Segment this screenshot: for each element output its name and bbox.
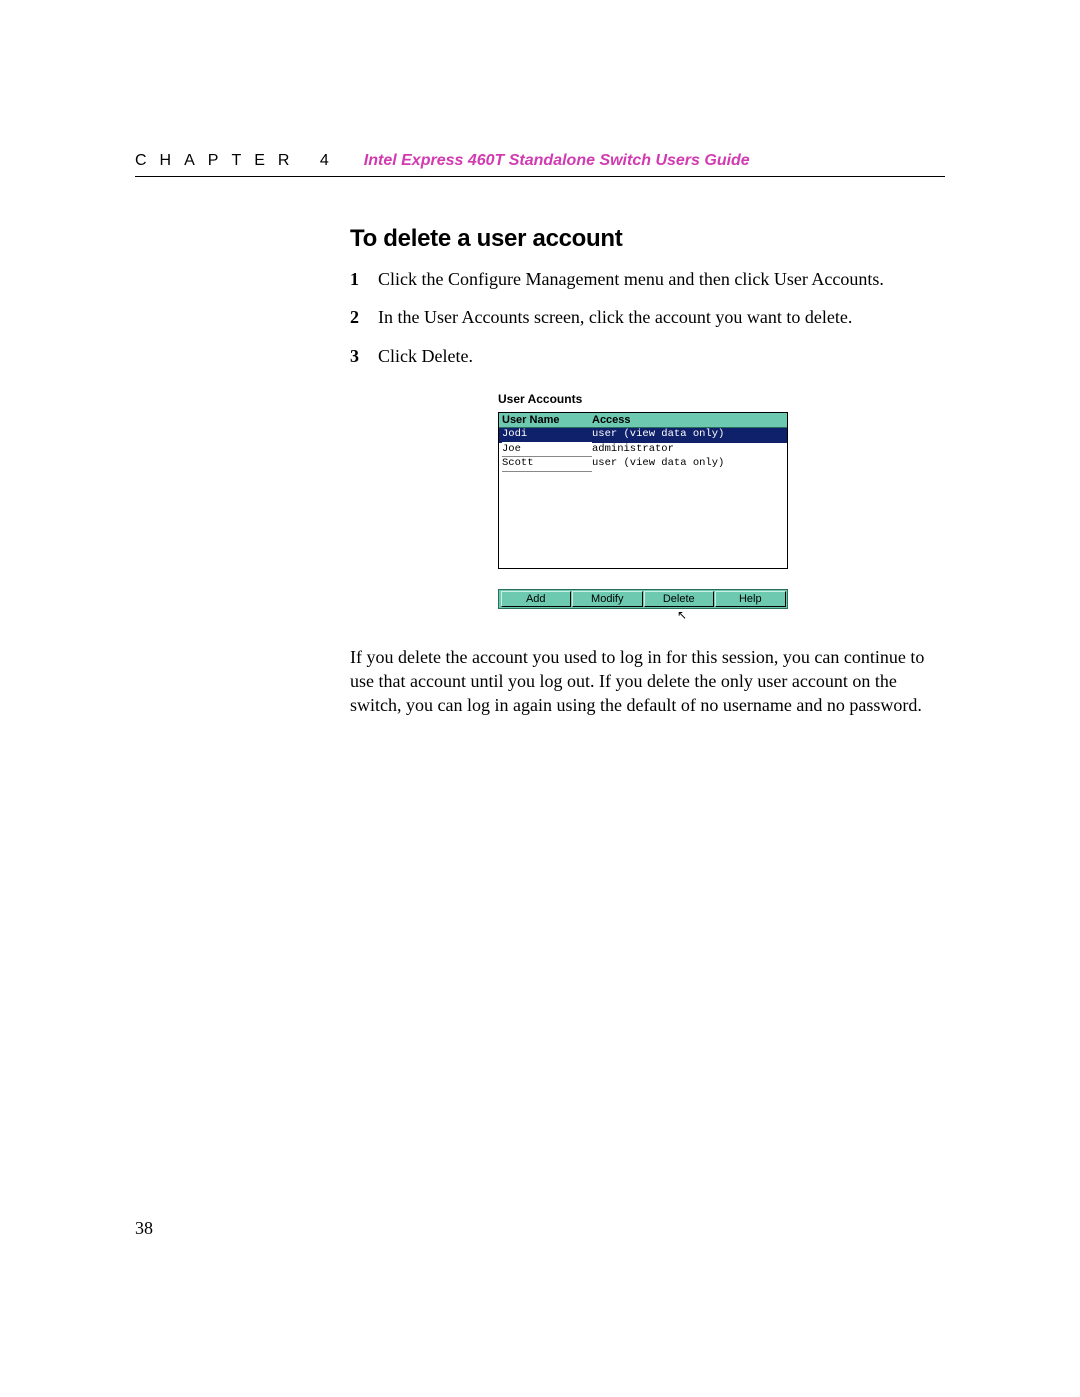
help-button[interactable]: Help [715, 591, 786, 607]
step-item: In the User Accounts screen, click the a… [350, 305, 950, 329]
header-rule [135, 176, 945, 177]
table-row[interactable]: Scott user (view data only) [499, 457, 787, 472]
cell-user-name: Scott [502, 457, 592, 472]
cell-access: user (view data only) [592, 428, 724, 443]
guide-title: Intel Express 460T Standalone Switch Use… [364, 152, 750, 170]
step-item: Click Delete. [350, 344, 950, 368]
table-row[interactable]: Jodi user (view data only) [499, 428, 787, 443]
step-list: Click the Configure Management menu and … [350, 267, 950, 368]
cell-access: administrator [592, 443, 674, 458]
step-item: Click the Configure Management menu and … [350, 267, 950, 291]
button-bar: Add Modify Delete Help ↖ [498, 589, 788, 609]
main-content: To delete a user account Click the Confi… [350, 225, 950, 718]
closing-paragraph: If you delete the account you used to lo… [350, 645, 945, 718]
table-row[interactable]: Joe administrator [499, 443, 787, 458]
cursor-icon: ↖ [677, 608, 687, 622]
cell-user-name: Joe [502, 443, 592, 458]
list-header: User Name Access [499, 413, 787, 428]
section-title: To delete a user account [350, 225, 950, 253]
cell-access: user (view data only) [592, 457, 724, 472]
user-accounts-figure: User Accounts User Name Access Jodi user… [498, 392, 788, 609]
page-content: CHAPTER 4 Intel Express 460T Standalone … [135, 152, 945, 718]
cell-user-name: Jodi [502, 428, 592, 443]
figure-title: User Accounts [498, 392, 788, 406]
column-header-name: User Name [502, 414, 592, 426]
column-header-access: Access [592, 414, 784, 426]
running-header: CHAPTER 4 Intel Express 460T Standalone … [135, 152, 945, 170]
delete-button[interactable]: Delete [644, 591, 715, 607]
chapter-label: CHAPTER 4 [135, 152, 342, 170]
page-number: 38 [135, 1218, 153, 1239]
user-accounts-listbox[interactable]: User Name Access Jodi user (view data on… [498, 412, 788, 569]
modify-button[interactable]: Modify [572, 591, 643, 607]
add-button[interactable]: Add [501, 591, 572, 607]
